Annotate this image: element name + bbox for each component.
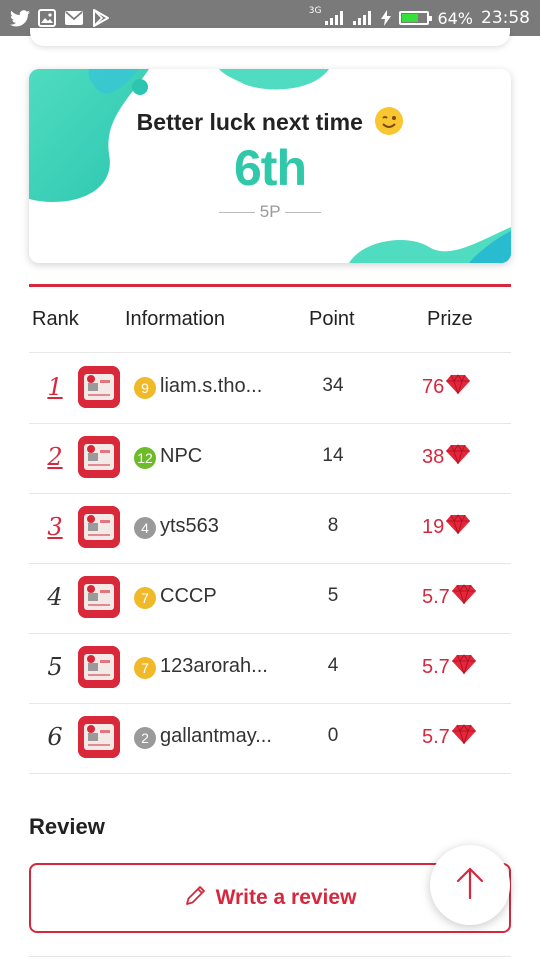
table-row: 3 4 yts563 8 19 [29,493,511,564]
header-rank: Rank [32,308,79,330]
battery-icon [399,11,433,25]
battery-percent: 64% [437,8,473,28]
avatar[interactable] [78,646,120,688]
table-row: 6 2 gallantmay... 0 5.7 [29,703,511,774]
ruby-icon [446,444,471,470]
level-badge: 4 [134,517,156,539]
prize-value: 5.7 [422,584,476,610]
ruby-icon [451,654,476,680]
point-value: 14 [322,445,344,466]
table-row: 1 9 liam.s.tho... 34 76 [29,353,511,424]
level-badge: 7 [134,587,156,609]
level-badge: 2 [134,727,156,749]
table-top-border [29,284,511,287]
pencil-icon [184,883,208,913]
username[interactable]: 123arorah... [160,655,268,678]
avatar[interactable] [78,436,120,478]
divider-line-right [284,212,321,214]
ruby-icon [451,584,476,610]
level-badge: 12 [134,447,156,469]
previous-card [30,28,510,46]
point-value: 5 [327,585,339,606]
level-badge: 7 [134,657,156,679]
result-message-text: Better luck next time [136,109,363,135]
table-row: 5 7 123arorah... 4 5.7 [29,633,511,704]
point-value: 0 [327,725,339,746]
table-header: Rank Information Point Prize [29,288,511,353]
table-row: 2 12 NPC 14 38 [29,423,511,494]
divider-line-left [219,212,256,214]
level-badge: 9 [134,377,156,399]
rank-number[interactable]: 2 [29,443,81,471]
prize-value: 19 [422,514,471,540]
avatar[interactable] [78,716,120,758]
username[interactable]: yts563 [160,515,219,538]
header-information: Information [125,308,226,330]
play-store-icon [92,9,110,27]
rank-number: 5 [47,653,63,681]
table-row: 4 7 CCCP 5 5.7 [29,563,511,634]
header-prize: Prize [427,308,473,330]
result-points: 5P [29,202,511,222]
result-points-value: 5P [259,202,281,221]
point-value: 8 [327,515,339,536]
image-icon [38,9,56,27]
prize-amount: 5.7 [422,585,450,608]
rank-number[interactable]: 1 [29,373,81,401]
header-point: Point [309,308,355,330]
winking-face-icon [375,107,404,135]
result-place: 6th [234,140,307,196]
bottom-divider [29,956,511,957]
prize-value: 38 [422,444,471,470]
prize-value: 5.7 [422,654,476,680]
prize-amount: 5.7 [422,725,450,748]
point-value: 4 [327,655,339,676]
username[interactable]: NPC [160,445,202,468]
signal-icon-2 [353,11,373,25]
avatar[interactable] [78,576,120,618]
scroll-to-top-button[interactable] [430,845,510,925]
prize-value: 76 [422,374,471,400]
ruby-icon [446,514,471,540]
clock: 23:58 [481,8,530,28]
twitter-icon [10,9,30,27]
ruby-icon [451,724,476,750]
prize-amount: 76 [422,375,445,398]
mail-icon [64,10,84,26]
signal-icon [325,11,345,25]
system-indicators: 3G 64% 23:58 [308,6,530,28]
result-message: Better luck next time [29,107,511,136]
network-type: 3G [308,6,322,16]
avatar[interactable] [78,506,120,548]
rank-number: 4 [47,583,63,611]
notification-icons [10,9,110,27]
arrow-up-icon [455,866,485,905]
prize-amount: 38 [422,445,445,468]
username[interactable]: CCCP [160,585,217,608]
rank-number: 6 [47,723,63,751]
username[interactable]: liam.s.tho... [160,375,262,398]
result-card: Better luck next time 6th 5P [29,69,511,263]
review-title: Review [29,814,105,839]
rank-number[interactable]: 3 [29,513,81,541]
charging-icon [381,10,392,26]
prize-amount: 5.7 [422,655,450,678]
point-value: 34 [322,375,344,396]
avatar[interactable] [78,366,120,408]
prize-value: 5.7 [422,724,476,750]
prize-amount: 19 [422,515,445,538]
ruby-icon [446,374,471,400]
username[interactable]: gallantmay... [160,725,272,748]
write-review-label: Write a review [215,886,357,909]
